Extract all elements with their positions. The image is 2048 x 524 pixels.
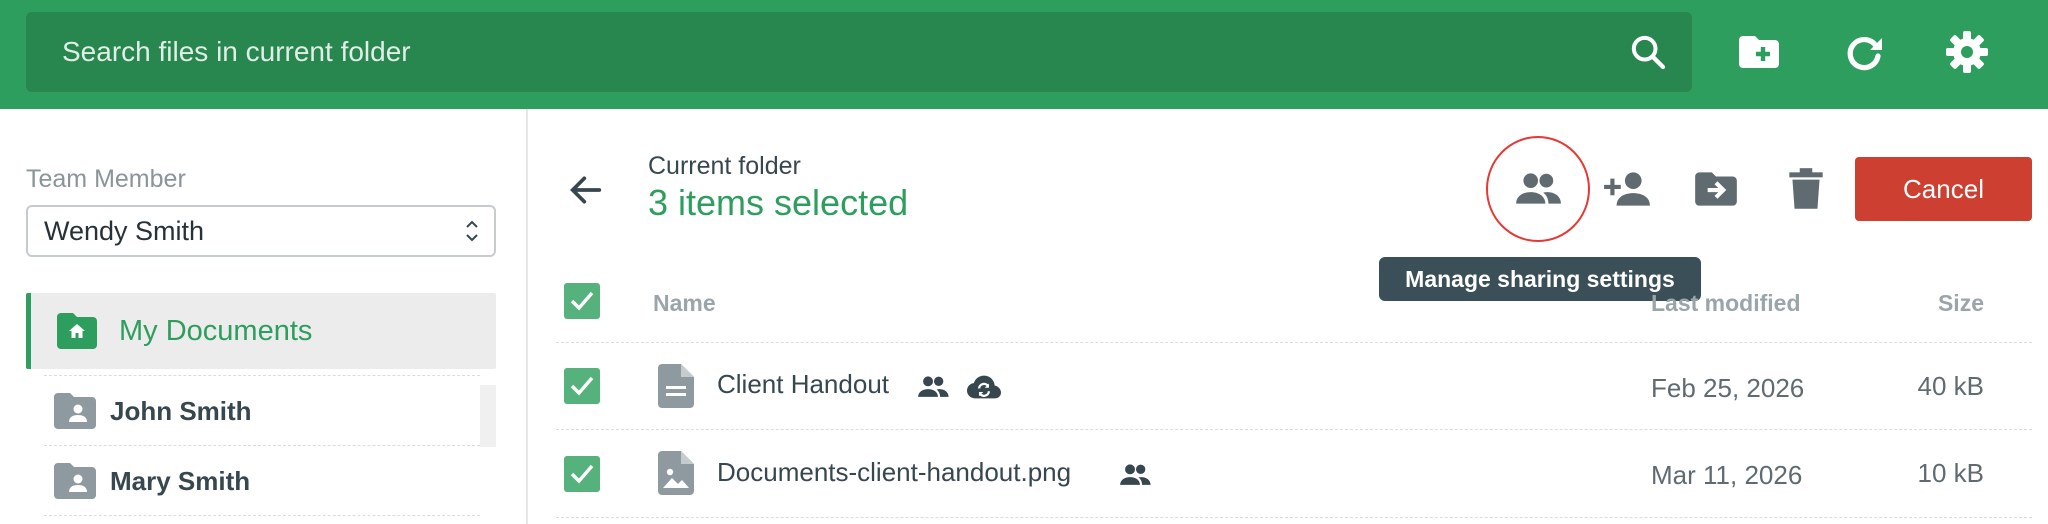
trash-icon[interactable] (1781, 164, 1831, 214)
sidebar-item-label: My Documents (119, 315, 313, 347)
refresh-icon[interactable] (1840, 28, 1888, 76)
shared-icon (918, 376, 949, 397)
team-member-select[interactable]: Wendy Smith (26, 205, 496, 257)
image-file-icon (658, 451, 694, 495)
selection-count: 3 items selected (648, 182, 909, 223)
settings-icon[interactable] (1943, 28, 1991, 76)
file-size: 10 kB (1917, 458, 1985, 488)
sidebar-item-mary-smith[interactable]: Mary Smith (44, 447, 480, 515)
file-name[interactable]: Client Handout (717, 366, 889, 402)
sidebar-item-label: Mary Smith (110, 466, 251, 496)
team-member-value: Wendy Smith (44, 216, 205, 246)
cloud-sync-icon (967, 375, 1001, 399)
search-placeholder: Search files in current folder (62, 36, 411, 67)
sidebar-scrollbar[interactable] (480, 385, 496, 447)
team-member-label: Team Member (26, 165, 186, 193)
check-icon (570, 464, 594, 484)
search-icon[interactable] (1628, 32, 1668, 72)
folder-label: Current folder (648, 152, 801, 180)
divider (44, 515, 480, 516)
shared-icon (1120, 464, 1151, 485)
sidebar-item-label: John Smith (110, 396, 252, 426)
user-folder-icon (54, 393, 96, 429)
back-arrow-icon[interactable] (566, 170, 606, 210)
check-icon (570, 376, 594, 396)
divider (44, 445, 480, 446)
file-modified: Feb 25, 2026 (1651, 373, 1805, 403)
divider (44, 375, 480, 376)
add-user-icon[interactable] (1602, 164, 1652, 214)
file-modified: Mar 11, 2026 (1651, 460, 1803, 490)
new-folder-icon[interactable] (1735, 28, 1783, 76)
document-icon (658, 364, 694, 408)
row-divider (556, 429, 2032, 430)
row-divider (556, 342, 2032, 343)
search-input[interactable]: Search files in current folder (26, 12, 1692, 92)
sidebar-item-my-documents[interactable]: My Documents (26, 293, 496, 369)
check-icon (570, 291, 594, 311)
column-header-size[interactable]: Size (1938, 290, 1984, 317)
sidebar-item-john-smith[interactable]: John Smith (44, 377, 480, 445)
move-to-folder-icon[interactable] (1691, 164, 1741, 214)
top-bar: Search files in current folder (0, 0, 2048, 109)
row-divider (556, 517, 2032, 518)
home-folder-icon (57, 313, 97, 349)
column-header-name[interactable]: Name (653, 290, 716, 317)
file-name[interactable]: Documents-client-handout.png (717, 454, 1071, 490)
sidebar: Team Member Wendy Smith My Documents Joh… (0, 109, 528, 524)
select-arrows-icon (466, 220, 478, 242)
highlight-ring (1486, 136, 1590, 242)
column-header-last-modified[interactable]: Last modified (1651, 290, 1801, 317)
file-size: 40 kB (1917, 371, 1985, 401)
cancel-button[interactable]: Cancel (1855, 157, 2032, 221)
row-checkbox[interactable] (564, 456, 600, 492)
select-all-checkbox[interactable] (564, 283, 600, 319)
user-folder-icon (54, 463, 96, 499)
row-checkbox[interactable] (564, 368, 600, 404)
